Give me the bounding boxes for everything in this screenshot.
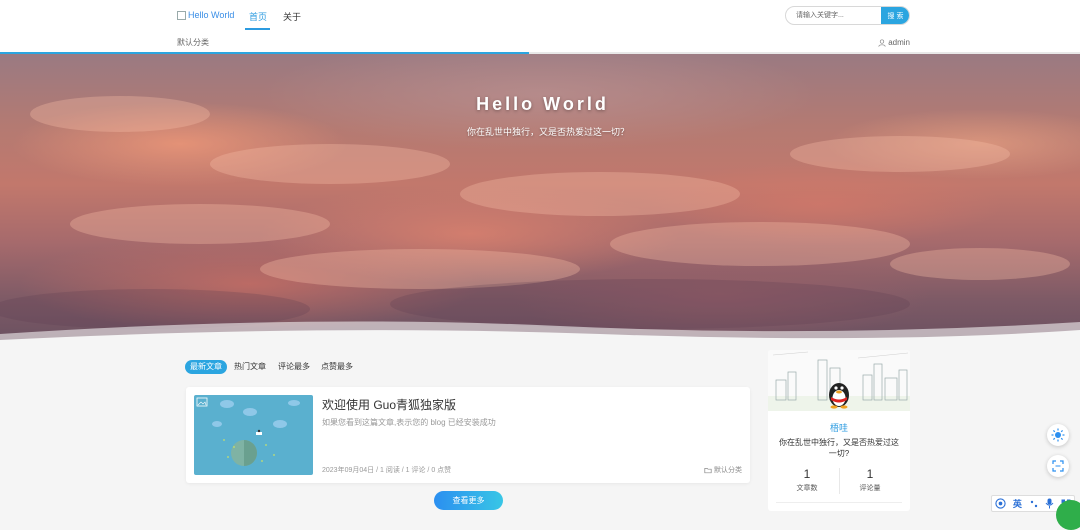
nav-about[interactable]: 关于 bbox=[283, 10, 301, 23]
post-thumbnail[interactable] bbox=[194, 395, 313, 475]
nav-home[interactable]: 首页 bbox=[249, 10, 267, 23]
search-input[interactable] bbox=[786, 7, 892, 24]
nav-active-indicator bbox=[245, 28, 270, 30]
top-navbar: Hello World 首页 关于 搜 索 bbox=[0, 0, 1080, 32]
post-excerpt: 如果您看到这篇文章,表示您的 blog 已经安装成功 bbox=[322, 418, 496, 427]
site-logo[interactable]: Hello World bbox=[177, 10, 234, 20]
hero-banner: Hello World 你在乱世中独行，又是否热爱过这一切？ bbox=[0, 54, 1080, 344]
stat-comments: 1 评论量 bbox=[835, 467, 905, 493]
theme-toggle-button[interactable] bbox=[1047, 424, 1069, 446]
tab-latest[interactable]: 最新文章 bbox=[185, 360, 227, 374]
user-icon bbox=[878, 38, 886, 47]
fullscreen-button[interactable] bbox=[1047, 455, 1069, 477]
fullscreen-icon bbox=[1052, 460, 1064, 472]
punctuation-icon[interactable] bbox=[1029, 499, 1039, 509]
post-thumbnail-illustration bbox=[196, 397, 300, 466]
username: admin bbox=[888, 38, 910, 47]
profile-divider bbox=[776, 502, 902, 503]
tab-most-comments[interactable]: 评论最多 bbox=[278, 360, 310, 374]
hero-subtitle: 你在乱世中独行，又是否热爱过这一切？ bbox=[466, 127, 629, 137]
site-logo-text: Hello World bbox=[188, 10, 235, 20]
tab-popular[interactable]: 热门文章 bbox=[234, 360, 266, 374]
category-link[interactable]: 默认分类 bbox=[177, 37, 209, 48]
folder-icon bbox=[704, 468, 712, 474]
sun-icon bbox=[1051, 428, 1065, 442]
broken-image-icon bbox=[177, 10, 186, 20]
stat-articles: 1 文章数 bbox=[772, 467, 842, 493]
stat-comments-value: 1 bbox=[866, 467, 874, 481]
post-title[interactable]: 欢迎使用 Guo青狐独家版 bbox=[322, 396, 456, 413]
category-bar: 默认分类 admin bbox=[0, 31, 1080, 52]
tab-most-likes[interactable]: 点赞最多 bbox=[321, 360, 353, 374]
microphone-icon[interactable] bbox=[1045, 498, 1054, 509]
load-more-button[interactable]: 查看更多 bbox=[434, 491, 503, 510]
post-category-label: 默认分类 bbox=[714, 467, 742, 474]
user-link[interactable]: admin bbox=[878, 38, 910, 47]
floating-chat-badge[interactable] bbox=[1056, 500, 1080, 530]
profile-name[interactable]: 梧哇 bbox=[768, 421, 910, 434]
city-sketch-illustration bbox=[768, 351, 910, 411]
profile-bio: 你在乱世中独行，又是否热爱过这一切? bbox=[779, 438, 899, 458]
ime-logo-icon[interactable] bbox=[995, 498, 1006, 509]
search-box: 搜 索 bbox=[785, 6, 910, 25]
stat-comments-label: 评论量 bbox=[859, 485, 881, 492]
search-button[interactable]: 搜 索 bbox=[881, 7, 909, 24]
hero-wave bbox=[0, 321, 1080, 344]
hero-title: Hello World bbox=[476, 94, 609, 114]
post-category[interactable]: 默认分类 bbox=[704, 465, 742, 475]
profile-banner bbox=[768, 350, 910, 411]
post-meta: 2023年09月04日 / 1 阅读 / 1 评论 / 0 点赞 bbox=[322, 467, 452, 474]
post-card[interactable]: 欢迎使用 Guo青狐独家版 如果您看到这篇文章,表示您的 blog 已经安装成功… bbox=[186, 387, 750, 483]
ime-language-toggle[interactable]: 英 bbox=[1013, 497, 1022, 510]
stat-articles-label: 文章数 bbox=[796, 485, 818, 492]
profile-card: 梧哇 你在乱世中独行，又是否热爱过这一切? 1 文章数 1 评论量 bbox=[768, 350, 910, 511]
stat-articles-value: 1 bbox=[803, 467, 811, 481]
